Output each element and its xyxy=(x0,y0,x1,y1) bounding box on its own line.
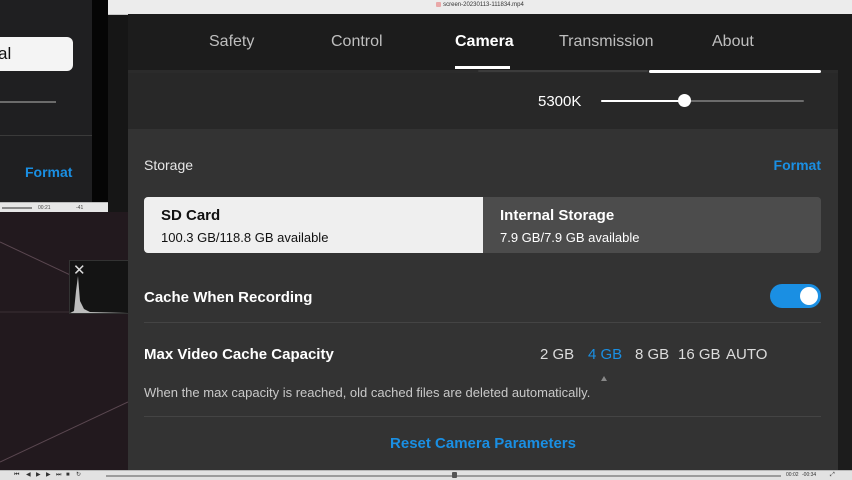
storage-section: Storage Format SD Card 100.3 GB/118.8 GB… xyxy=(128,129,838,470)
cache-option-4gb[interactable]: 4 GB xyxy=(588,346,622,363)
tab-safety[interactable]: Safety xyxy=(209,14,254,70)
white-balance-row: 5300K xyxy=(128,73,838,129)
player-title-bar: screen-20230113-111834.mp4 xyxy=(108,0,852,15)
background-lines xyxy=(0,241,128,463)
video-scrub-track[interactable] xyxy=(106,475,781,477)
settings-tab-bar: Safety Control Camera Transmission About xyxy=(128,14,838,70)
background-video-area xyxy=(0,212,128,470)
player-title: screen-20230113-111834.mp4 xyxy=(108,2,852,8)
camera-settings-panel: Safety Control Camera Transmission About… xyxy=(128,14,838,470)
elapsed-time: 00:02 xyxy=(786,472,799,478)
max-cache-note: When the max capacity is reached, old ca… xyxy=(144,385,591,400)
active-tab-indicator xyxy=(455,66,510,69)
selection-caret-icon xyxy=(601,376,607,381)
background-slider-track xyxy=(0,101,56,103)
window-gap xyxy=(92,0,108,212)
tab-camera[interactable]: Camera xyxy=(455,14,514,70)
format-button[interactable]: Format xyxy=(774,157,821,173)
fullscreen-icon[interactable]: ⤢ xyxy=(830,471,835,479)
storage-selector: SD Card 100.3 GB/118.8 GB available Inte… xyxy=(144,197,821,253)
histogram-icon xyxy=(70,276,128,313)
tab-control[interactable]: Control xyxy=(331,14,383,70)
rewind-icon[interactable]: ◀ xyxy=(26,471,31,479)
toggle-knob xyxy=(800,287,818,305)
storage-option-capacity: 7.9 GB/7.9 GB available xyxy=(500,230,640,245)
cache-when-recording-toggle[interactable] xyxy=(770,284,821,308)
cache-option-16gb[interactable]: 16 GB xyxy=(678,346,721,363)
forward-icon[interactable]: ▶ xyxy=(46,471,51,479)
cache-option-2gb[interactable]: 2 GB xyxy=(540,346,574,363)
white-balance-slider-handle[interactable] xyxy=(678,94,692,107)
background-scrub-track[interactable] xyxy=(2,207,32,209)
background-divider xyxy=(0,135,92,136)
divider xyxy=(144,416,821,417)
white-balance-slider-fill xyxy=(601,100,685,102)
loop-icon[interactable]: ↻ xyxy=(76,471,81,479)
storage-option-capacity: 100.3 GB/118.8 GB available xyxy=(161,230,329,245)
cache-option-auto[interactable]: AUTO xyxy=(726,346,767,363)
storage-option-title: SD Card xyxy=(161,207,221,224)
histogram-thumbnail: ✕ xyxy=(69,260,129,314)
cache-option-8gb[interactable]: 8 GB xyxy=(635,346,669,363)
tab-about[interactable]: About xyxy=(712,14,754,70)
white-balance-value: 5300K xyxy=(538,93,582,110)
play-icon[interactable]: ▶ xyxy=(36,471,41,479)
video-scrub-head[interactable] xyxy=(452,472,457,478)
tab-transmission[interactable]: Transmission xyxy=(559,14,654,70)
skip-back-icon[interactable]: ⏮ xyxy=(14,471,19,479)
storage-option-sd-card[interactable]: SD Card 100.3 GB/118.8 GB available xyxy=(144,197,483,253)
background-scrub-remaining: -41 xyxy=(76,205,84,211)
remaining-time: -00:34 xyxy=(802,472,817,478)
background-format-link[interactable]: Format xyxy=(25,164,72,180)
cache-when-recording-label: Cache When Recording xyxy=(144,289,313,306)
background-scrub-time: 00:21 xyxy=(38,205,51,211)
reset-camera-parameters-button[interactable]: Reset Camera Parameters xyxy=(128,435,838,452)
background-selected-option[interactable]: al xyxy=(0,37,73,71)
divider xyxy=(144,322,821,323)
storage-option-title: Internal Storage xyxy=(500,207,615,224)
stop-icon[interactable]: ■ xyxy=(66,471,70,479)
video-file-icon xyxy=(436,2,442,7)
storage-label: Storage xyxy=(144,157,194,173)
skip-forward-icon[interactable]: ⏭ xyxy=(56,471,61,479)
window-edge xyxy=(838,14,852,470)
storage-option-internal[interactable]: Internal Storage 7.9 GB/7.9 GB available xyxy=(483,197,821,253)
max-video-cache-label: Max Video Cache Capacity xyxy=(144,346,334,363)
